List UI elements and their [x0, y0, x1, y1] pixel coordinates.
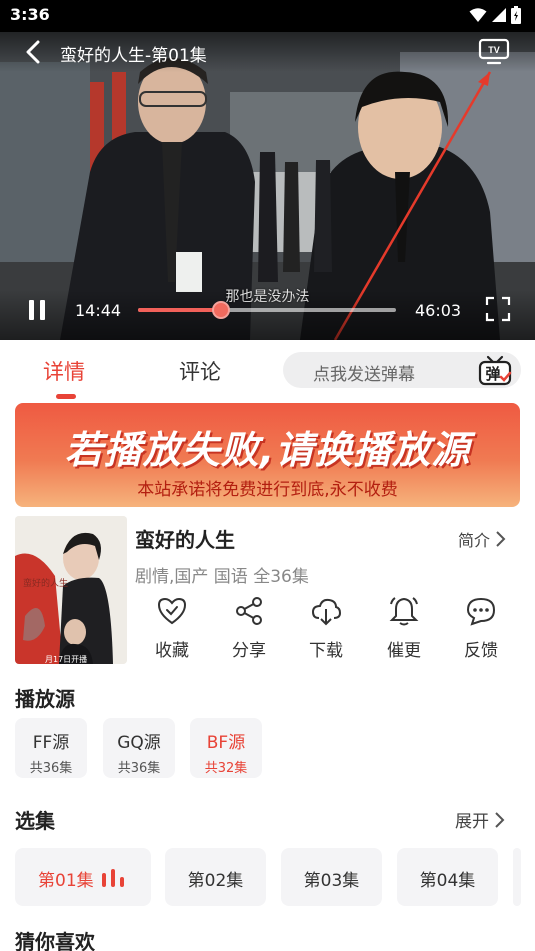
- urge-update-button[interactable]: 催更: [374, 596, 434, 661]
- chevron-right-icon: [495, 811, 505, 828]
- poster-art: 蛮好的人生 月17日开播: [15, 516, 127, 664]
- detail-panel: 若播放失败,请换播放源 本站承诺将免费进行到底,永不收费 蛮好的人生 月17日开…: [0, 400, 535, 951]
- danmu-placeholder: 点我发送弹幕: [313, 365, 415, 385]
- source-count: 共32集: [204, 761, 248, 776]
- episode-03[interactable]: 第03集: [281, 848, 382, 906]
- source-count: 共36集: [29, 761, 73, 776]
- tab-active-indicator: [56, 394, 76, 399]
- status-icons: [469, 6, 521, 24]
- video-player[interactable]: 蛮好的人生-第01集 TV 那也是没办法 14:44 46:03: [0, 32, 535, 340]
- svg-text:蛮好的人生: 蛮好的人生: [23, 577, 68, 589]
- show-title: 蛮好的人生: [135, 528, 235, 552]
- tab-bar: 详情 评论 点我发送弹幕 弹: [0, 340, 535, 400]
- pause-icon[interactable]: [26, 299, 48, 321]
- expand-label: 展开: [455, 812, 489, 832]
- signal-icon: [492, 8, 506, 22]
- episode-label: 第04集: [419, 871, 476, 891]
- episode-label: 第03集: [303, 871, 360, 891]
- source-count: 共36集: [117, 761, 161, 776]
- source-ff[interactable]: FF源 共36集: [15, 718, 87, 778]
- episode-label: 第02集: [187, 871, 244, 891]
- status-time: 3:36: [10, 5, 50, 24]
- tab-details[interactable]: 详情: [43, 356, 85, 386]
- feedback-button[interactable]: 反馈: [451, 596, 511, 661]
- progress-thumb[interactable]: [211, 301, 230, 319]
- svg-text:月17日开播: 月17日开播: [45, 654, 87, 664]
- total-time: 46:03: [415, 301, 462, 320]
- show-meta: 剧情,国产 国语 全36集: [135, 567, 309, 587]
- urge-update-label: 催更: [387, 641, 421, 661]
- episode-04[interactable]: 第04集: [397, 848, 498, 906]
- share-label: 分享: [232, 641, 266, 661]
- episode-label: 第01集: [38, 871, 94, 891]
- chat-bubble-icon: [466, 597, 496, 626]
- playing-bars-icon: [102, 869, 124, 887]
- favorite-label: 收藏: [155, 641, 189, 661]
- share-button[interactable]: 分享: [219, 596, 279, 661]
- wifi-icon: [469, 8, 487, 22]
- current-time: 14:44: [75, 301, 122, 320]
- notice-banner: 若播放失败,请换播放源 本站承诺将免费进行到底,永不收费: [15, 403, 520, 507]
- danmu-input[interactable]: 点我发送弹幕 弹: [283, 352, 521, 388]
- battery-icon: [511, 6, 521, 24]
- status-bar: 3:36: [0, 0, 535, 32]
- download-label: 下载: [309, 641, 343, 661]
- fullscreen-icon[interactable]: [485, 296, 511, 322]
- source-name: BF源: [206, 733, 246, 753]
- progress-fill: [138, 308, 221, 312]
- danmu-icon[interactable]: 弹: [477, 354, 513, 388]
- source-name: GQ源: [117, 733, 161, 753]
- guess-title: 猜你喜欢: [15, 930, 95, 951]
- episode-05-partial[interactable]: [513, 848, 521, 906]
- sources-title: 播放源: [15, 687, 75, 711]
- intro-label: 简介: [458, 531, 491, 550]
- episode-01[interactable]: 第01集: [15, 848, 151, 906]
- source-bf[interactable]: BF源 共32集: [190, 718, 262, 778]
- svg-text:弹: 弹: [485, 365, 500, 383]
- episodes-title: 选集: [15, 809, 55, 833]
- download-button[interactable]: 下载: [296, 596, 356, 661]
- source-name: FF源: [32, 733, 70, 753]
- banner-main-text: 若播放失败,请换播放源: [64, 428, 471, 472]
- chevron-right-icon: [496, 531, 506, 547]
- source-gq[interactable]: GQ源 共36集: [103, 718, 175, 778]
- heart-check-icon: [157, 597, 187, 625]
- show-poster[interactable]: 蛮好的人生 月17日开播: [15, 516, 127, 664]
- cloud-download-icon: [311, 598, 342, 626]
- tab-comments[interactable]: 评论: [179, 356, 221, 386]
- intro-link[interactable]: 简介: [458, 527, 506, 551]
- bell-icon: [389, 597, 419, 626]
- share-icon: [236, 597, 262, 625]
- banner-sub-text: 本站承诺将免费进行到底,永不收费: [137, 480, 398, 500]
- feedback-label: 反馈: [464, 641, 498, 661]
- episode-02[interactable]: 第02集: [165, 848, 266, 906]
- expand-link[interactable]: 展开: [455, 807, 505, 832]
- favorite-button[interactable]: 收藏: [142, 596, 202, 661]
- progress-bar[interactable]: [138, 301, 396, 319]
